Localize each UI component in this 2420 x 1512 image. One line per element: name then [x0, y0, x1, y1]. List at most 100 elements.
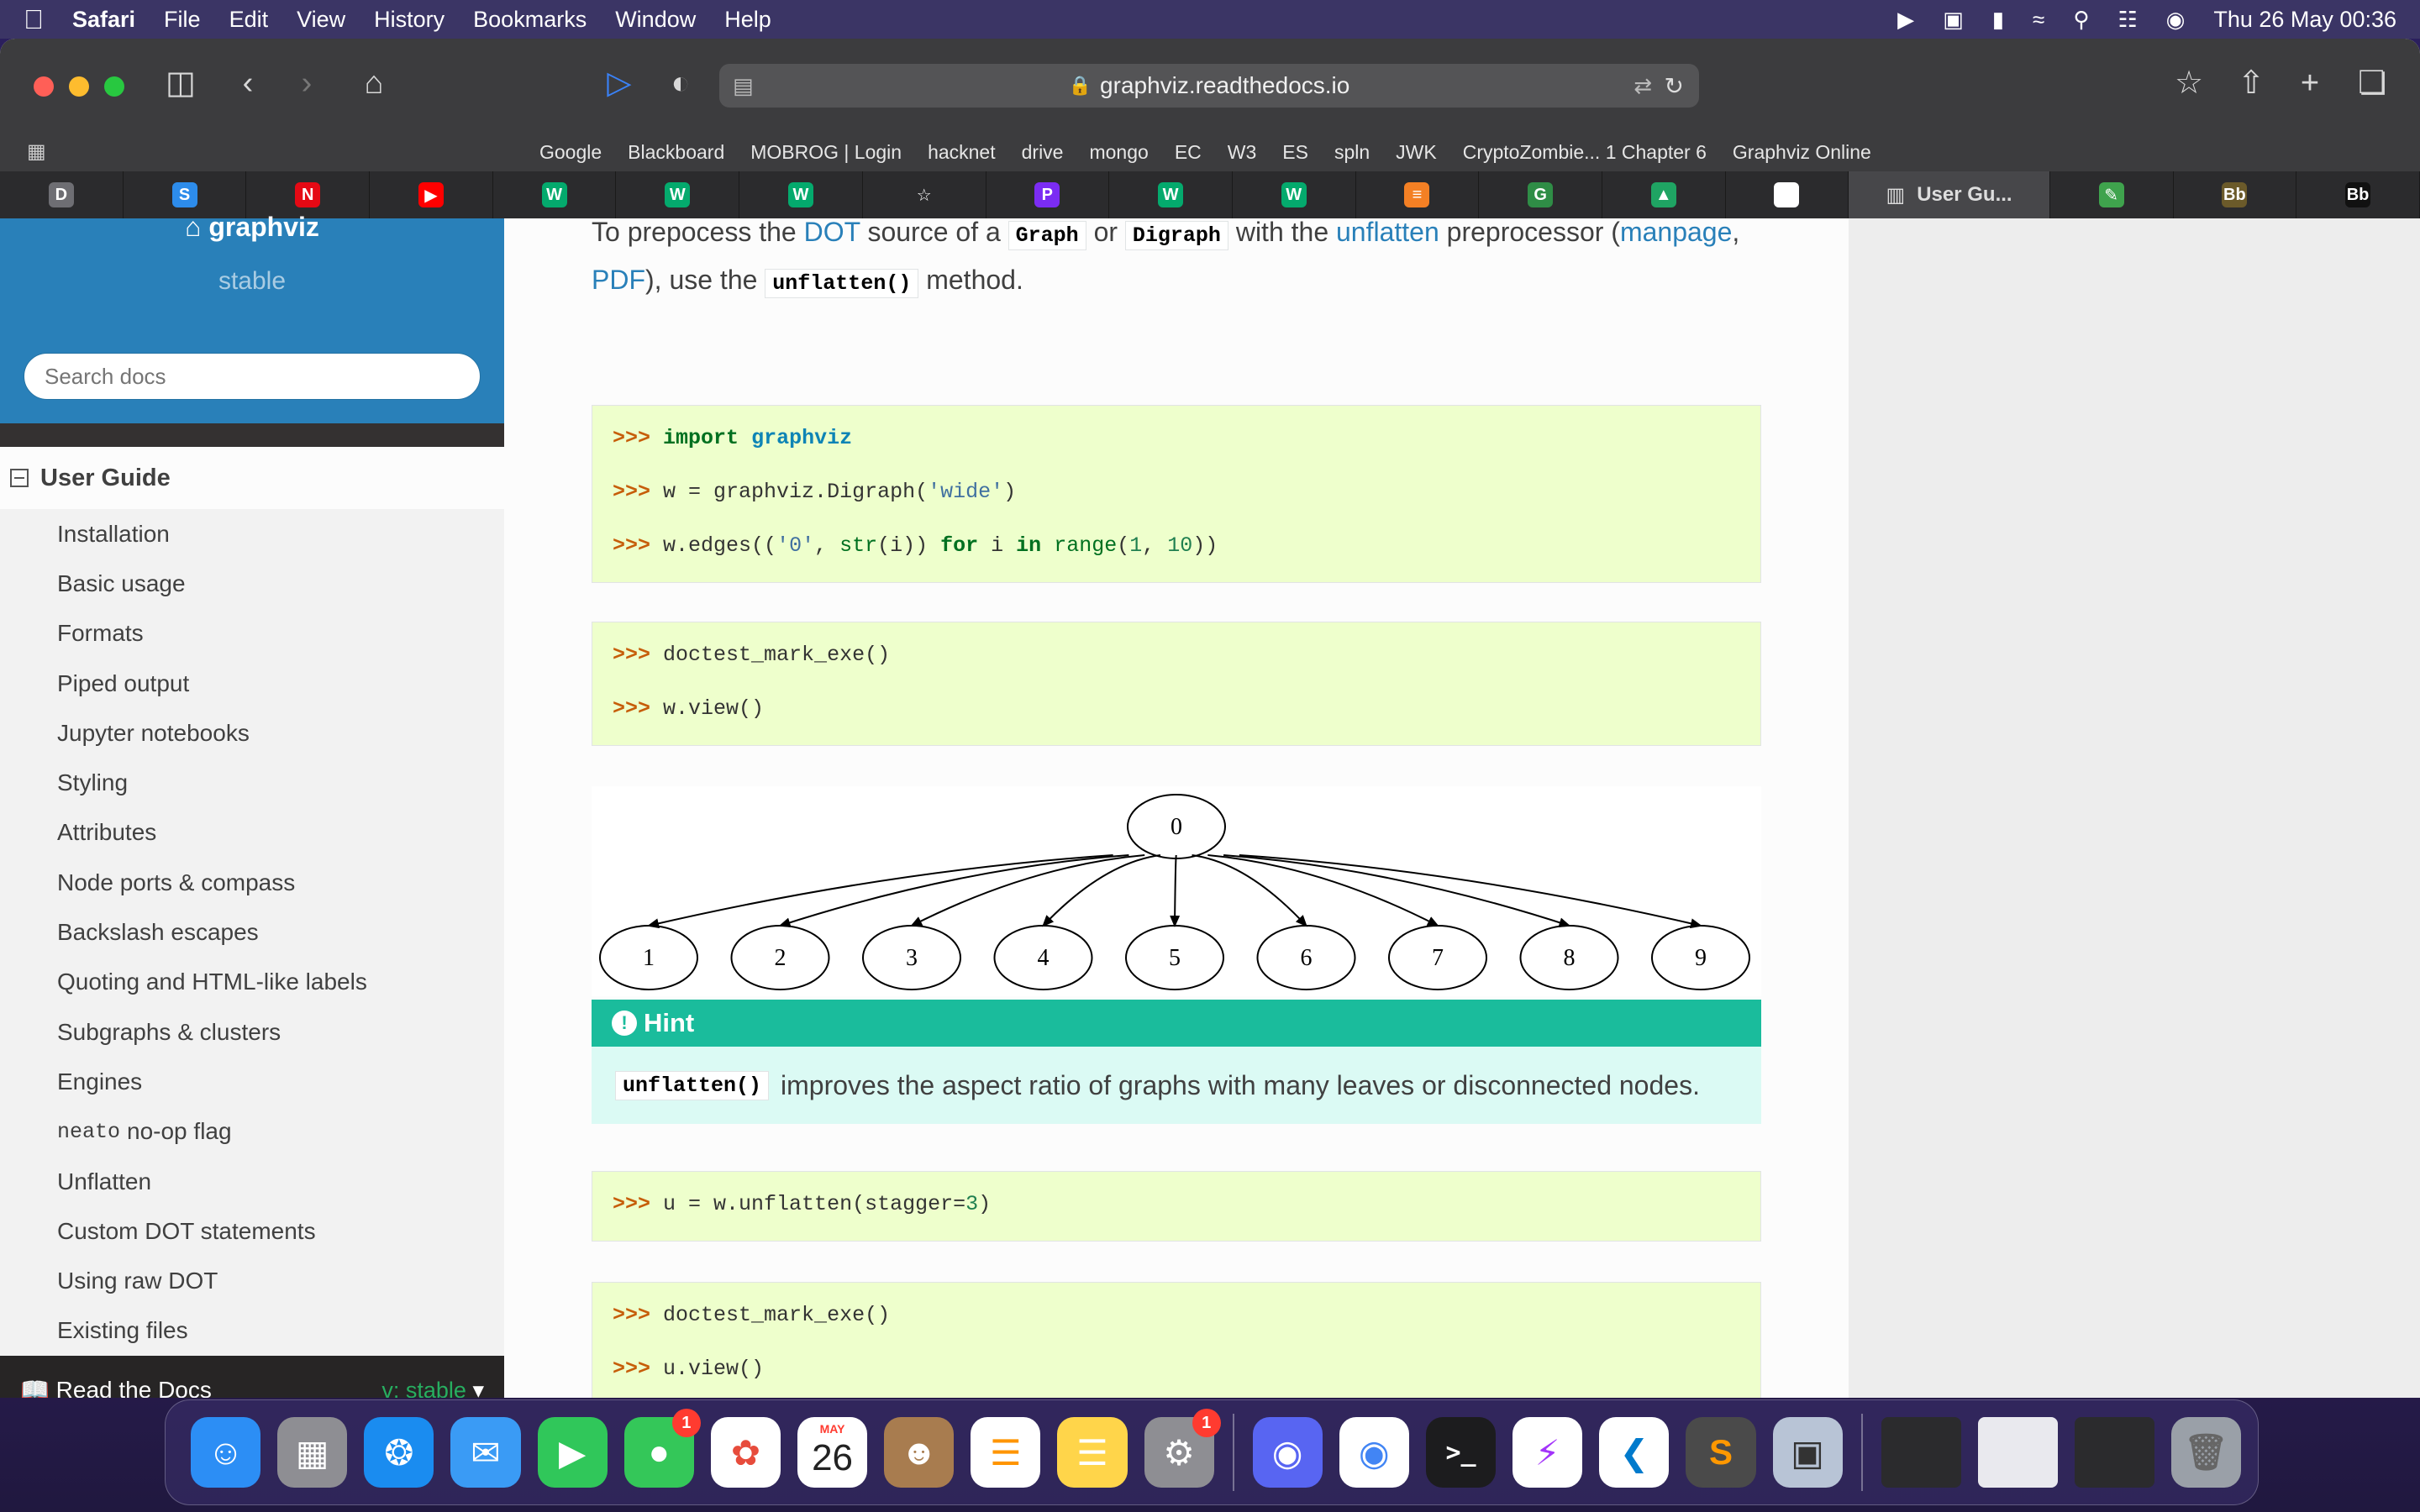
- collapse-icon[interactable]: [10, 469, 29, 487]
- nav-item-neato-no-op[interactable]: neato no-op flag: [0, 1107, 504, 1157]
- bookmark-item[interactable]: spln: [1334, 141, 1370, 164]
- nav-item-formats[interactable]: Formats: [0, 609, 504, 659]
- preview-icon[interactable]: ▣: [1772, 1417, 1843, 1488]
- reload-icon[interactable]: ↻: [1665, 72, 1684, 100]
- bookmark-item[interactable]: JWK: [1396, 141, 1437, 164]
- facetime-icon[interactable]: ▶: [537, 1417, 608, 1488]
- bookmark-item[interactable]: Graphviz Online: [1733, 141, 1871, 164]
- address-bar[interactable]: ▤ 🔒 graphviz.readthedocs.io ⇄ ↻: [719, 64, 1699, 108]
- menu-app-name[interactable]: Safari: [72, 7, 135, 33]
- shield-icon[interactable]: ◐: [660, 64, 702, 102]
- chrome-icon[interactable]: ◉: [1339, 1417, 1409, 1488]
- minimized-window-icon[interactable]: [1881, 1417, 1961, 1488]
- tab[interactable]: Bb: [2174, 171, 2297, 218]
- nav-item-engines[interactable]: Engines: [0, 1057, 504, 1106]
- bookmark-item[interactable]: drive: [1022, 141, 1064, 164]
- bookmark-item[interactable]: hacknet: [928, 141, 996, 164]
- link-pdf[interactable]: PDF: [592, 265, 645, 295]
- nav-item-node-ports[interactable]: Node ports & compass: [0, 858, 504, 907]
- contacts-icon[interactable]: ☻: [884, 1417, 955, 1488]
- bookmark-item[interactable]: Blackboard: [628, 141, 724, 164]
- bookmark-item[interactable]: mongo: [1089, 141, 1148, 164]
- clock[interactable]: Thu 26 May 00:36: [2213, 7, 2396, 33]
- code-block[interactable]: >>> import graphviz >>> w = graphviz.Dig…: [592, 405, 1761, 583]
- bookmark-star-icon[interactable]: ☆: [2168, 64, 2210, 102]
- menu-file[interactable]: File: [164, 7, 201, 33]
- code-block[interactable]: >>> doctest_mark_exe() >>> u.view(): [592, 1282, 1761, 1398]
- nav-item-installation[interactable]: Installation: [0, 509, 504, 559]
- messenger-icon[interactable]: ⚡: [1512, 1417, 1583, 1488]
- nav-item-unflatten[interactable]: Unflatten: [0, 1157, 504, 1206]
- menu-bookmarks[interactable]: Bookmarks: [473, 7, 587, 33]
- nav-item-existing-files[interactable]: Existing files: [0, 1306, 504, 1356]
- grid-icon[interactable]: ▦: [27, 139, 46, 164]
- vscode-icon[interactable]: ❮: [1599, 1417, 1670, 1488]
- link-unflatten[interactable]: unflatten: [1336, 217, 1439, 247]
- code-block[interactable]: >>> u = w.unflatten(stagger=3): [592, 1171, 1761, 1242]
- nav-item-piped-output[interactable]: Piped output: [0, 659, 504, 708]
- nav-item-subgraphs[interactable]: Subgraphs & clusters: [0, 1007, 504, 1057]
- minimized-window-icon[interactable]: [2074, 1417, 2154, 1488]
- link-dot[interactable]: DOT: [804, 217, 860, 247]
- bookmark-item[interactable]: Google: [539, 141, 602, 164]
- search-input[interactable]: [24, 353, 481, 400]
- tab[interactable]: ✎: [2050, 171, 2174, 218]
- nav-item-backslash[interactable]: Backslash escapes: [0, 907, 504, 957]
- nav-item-styling[interactable]: Styling: [0, 758, 504, 807]
- project-title[interactable]: ⌂ graphviz: [0, 212, 504, 243]
- close-button[interactable]: [34, 76, 54, 97]
- tab[interactable]: Bb: [2296, 171, 2420, 218]
- sublime-icon[interactable]: S: [1686, 1417, 1756, 1488]
- display-icon[interactable]: ▣: [1943, 7, 1964, 33]
- menu-view[interactable]: View: [297, 7, 345, 33]
- launchpad-icon[interactable]: ▦: [277, 1417, 348, 1488]
- nav-item-custom-dot[interactable]: Custom DOT statements: [0, 1206, 504, 1256]
- minimize-button[interactable]: [69, 76, 89, 97]
- play-icon[interactable]: ▶: [1897, 7, 1914, 33]
- mail-icon[interactable]: ✉: [450, 1417, 521, 1488]
- bookmark-item[interactable]: W3: [1228, 141, 1257, 164]
- finder-icon[interactable]: ☺: [191, 1417, 261, 1488]
- zoom-button[interactable]: [104, 76, 124, 97]
- bookmark-item[interactable]: EC: [1175, 141, 1202, 164]
- forward-icon[interactable]: ›: [286, 64, 328, 102]
- tab-overview-icon[interactable]: ❏: [2351, 64, 2393, 102]
- nav-item-jupyter[interactable]: Jupyter notebooks: [0, 708, 504, 758]
- bookmark-item[interactable]: CryptoZombie... 1 Chapter 6: [1463, 141, 1707, 164]
- bookmark-item[interactable]: ES: [1282, 141, 1308, 164]
- sidebar-toggle-icon[interactable]: ◫: [160, 64, 202, 102]
- trash-icon[interactable]: 🗑: [2170, 1417, 2241, 1488]
- share-icon[interactable]: ⇧: [2230, 64, 2272, 102]
- menu-edit[interactable]: Edit: [229, 7, 269, 33]
- rtd-versions-bar[interactable]: 📖 Read the Docs v: stable ▾: [0, 1356, 504, 1398]
- bookmark-item[interactable]: MOBROG | Login: [750, 141, 902, 164]
- reminders-icon[interactable]: ☰: [971, 1417, 1041, 1488]
- nav-item-basic-usage[interactable]: Basic usage: [0, 559, 504, 608]
- discord-icon[interactable]: ◉: [1252, 1417, 1323, 1488]
- tab-active[interactable]: ▥ User Gu...: [1849, 171, 2050, 218]
- safari-icon[interactable]: ❂: [364, 1417, 434, 1488]
- wifi-icon[interactable]: ≈: [2033, 7, 2044, 33]
- extension-icon[interactable]: ▷: [598, 64, 640, 102]
- menu-history[interactable]: History: [374, 7, 445, 33]
- new-tab-icon[interactable]: +: [2289, 64, 2331, 102]
- siri-icon[interactable]: ◉: [2166, 7, 2186, 33]
- minimized-window-icon[interactable]: [1977, 1417, 2058, 1488]
- code-block[interactable]: >>> doctest_mark_exe() >>> w.view(): [592, 622, 1761, 746]
- apple-icon[interactable]: : [24, 4, 44, 35]
- nav-item-attributes[interactable]: Attributes: [0, 808, 504, 858]
- back-icon[interactable]: ‹: [227, 64, 269, 102]
- menu-window[interactable]: Window: [615, 7, 696, 33]
- reader-icon[interactable]: ▤: [733, 73, 754, 99]
- battery-icon[interactable]: ▮: [1992, 7, 2004, 33]
- home-icon[interactable]: ⌂: [353, 64, 395, 102]
- settings-icon[interactable]: ⚙ 1: [1144, 1409, 1221, 1488]
- nav-item-raw-dot[interactable]: Using raw DOT: [0, 1256, 504, 1305]
- nav-section-user-guide[interactable]: User Guide: [0, 447, 504, 509]
- control-center-icon[interactable]: ☷: [2118, 7, 2137, 33]
- calendar-icon[interactable]: MAY 26: [797, 1417, 868, 1488]
- photos-icon[interactable]: ✿: [710, 1417, 781, 1488]
- menu-help[interactable]: Help: [724, 7, 771, 33]
- search-icon[interactable]: ⚲: [2073, 7, 2089, 33]
- translate-icon[interactable]: ⇄: [1634, 73, 1652, 99]
